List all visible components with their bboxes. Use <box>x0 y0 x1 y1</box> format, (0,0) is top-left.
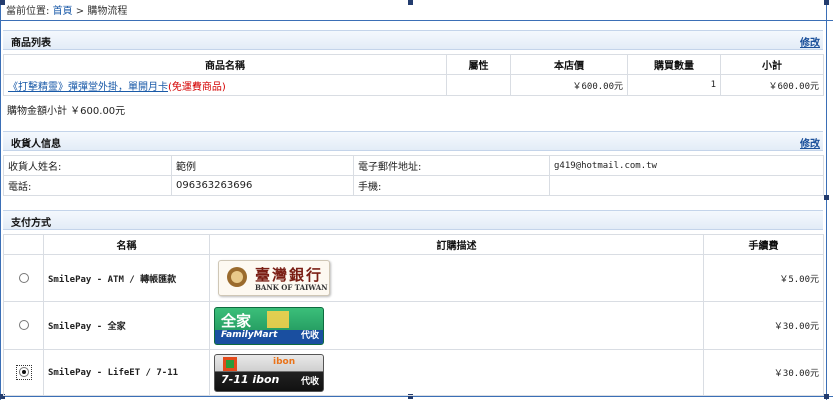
column-header-subtotal: 小計 <box>720 54 824 75</box>
familymart-logo-english-name: FamilyMart <box>221 329 278 340</box>
column-header-select <box>3 234 44 255</box>
receiver-table: 收貨人姓名: 範例 電子郵件地址: g419@hotmail.com.tw 電話… <box>3 155 824 196</box>
payment-radio-seven-eleven[interactable] <box>18 367 29 377</box>
breadcrumb-current: 購物流程 <box>87 6 128 17</box>
selection-frame-top <box>0 20 833 21</box>
payment-table: 名稱 訂購描述 手續費 SmilePay - ATM / 轉帳匯款 臺灣銀行 B… <box>3 234 824 396</box>
resize-handle-top-middle[interactable] <box>408 0 413 5</box>
product-price-cell: ￥600.00元 <box>510 74 628 96</box>
product-section-title: 商品列表 <box>11 38 51 49</box>
product-section-header: 商品列表 修改 <box>3 30 823 50</box>
seven-eleven-logo-text: 7-11 ibon <box>221 372 280 386</box>
product-edit-link[interactable]: 修改 <box>800 34 820 49</box>
resize-handle-bottom-right[interactable] <box>824 394 829 399</box>
payment-radio-cell <box>3 301 44 350</box>
payment-radio-familymart[interactable] <box>18 320 29 330</box>
table-row: SmilePay - LifeET / 7-11 ibon 7-11 ibon … <box>3 349 824 396</box>
payment-radio-atm[interactable] <box>18 272 29 283</box>
product-subtotal-cell: ￥600.00元 <box>720 74 824 96</box>
column-header-description: 訂購描述 <box>209 234 704 255</box>
payment-fee-familymart: ￥30.00元 <box>703 301 824 350</box>
selection-frame-right <box>826 0 827 400</box>
resize-handle-top-right[interactable] <box>824 0 829 5</box>
bank-of-taiwan-logo: 臺灣銀行 BANK OF TAIWAN <box>218 260 330 296</box>
receiver-phone-label: 電話: <box>3 175 172 196</box>
receiver-name-value: 範例 <box>171 155 354 176</box>
seven-eleven-logo-tag: 代收 <box>300 376 319 387</box>
column-header-product-name: 商品名稱 <box>3 54 447 75</box>
payment-name-familymart: SmilePay - 全家 <box>43 301 210 350</box>
selection-frame-left <box>0 0 1 400</box>
breadcrumb-separator: > <box>75 6 85 17</box>
payment-radio-cell <box>3 254 44 302</box>
column-header-attribute: 屬性 <box>446 54 511 75</box>
table-row: SmilePay - 全家 全家 FamilyMart 代收 ￥30.00元 <box>3 301 824 350</box>
payment-name-seven-eleven: SmilePay - LifeET / 7-11 <box>43 349 210 396</box>
table-row: SmilePay - ATM / 轉帳匯款 臺灣銀行 BANK OF TAIWA… <box>3 254 824 302</box>
receiver-section-header: 收貨人信息 修改 <box>3 131 823 151</box>
payment-radio-cell <box>3 349 44 396</box>
seven-eleven-ibon-logo: ibon 7-11 ibon 代收 <box>214 353 324 392</box>
column-header-quantity: 購買數量 <box>627 54 721 75</box>
payment-description-atm: 臺灣銀行 BANK OF TAIWAN <box>209 254 704 302</box>
receiver-phone-value: 096363263696 <box>171 175 354 196</box>
selection-frame-bottom <box>0 396 833 397</box>
receiver-email-label: 電子郵件地址: <box>353 155 550 176</box>
breadcrumb-home-link[interactable]: 首頁 <box>53 6 73 17</box>
payment-section-header: 支付方式 <box>3 210 823 230</box>
seven-eleven-icon <box>223 356 237 371</box>
familymart-store-icon <box>267 310 289 328</box>
bank-logo-chinese-name: 臺灣銀行 <box>255 266 324 284</box>
column-header-price: 本店價 <box>510 54 628 75</box>
bank-seal-icon <box>227 267 247 287</box>
receiver-mobile-value <box>549 175 824 196</box>
bank-logo-english-name: BANK OF TAIWAN <box>255 283 328 292</box>
payment-section-title: 支付方式 <box>11 218 51 229</box>
payment-name-atm: SmilePay - ATM / 轉帳匯款 <box>43 254 210 302</box>
product-attribute-cell <box>446 74 511 96</box>
payment-radio-focus <box>15 365 32 380</box>
breadcrumb: 當前位置: 首頁 > 購物流程 <box>6 2 127 17</box>
ibon-logo-text: ibon <box>273 356 296 367</box>
free-shipping-note: (免運費商品) <box>168 81 226 93</box>
familymart-logo-tag: 代收 <box>300 330 319 341</box>
receiver-section-title: 收貨人信息 <box>11 139 61 150</box>
payment-fee-atm: ￥5.00元 <box>703 254 824 302</box>
payment-fee-seven-eleven: ￥30.00元 <box>703 349 824 396</box>
familymart-logo: 全家 FamilyMart 代收 <box>214 306 324 345</box>
resize-handle-middle-right[interactable] <box>824 195 829 200</box>
receiver-edit-link[interactable]: 修改 <box>800 135 820 150</box>
resize-handle-top-left[interactable] <box>0 0 5 5</box>
receiver-name-label: 收貨人姓名: <box>3 155 172 176</box>
column-header-fee: 手續費 <box>703 234 824 255</box>
receiver-email-value: g419@hotmail.com.tw <box>549 155 824 176</box>
product-name-cell: 《打擊精靈》彈彈堂外掛，單開月卡(免運費商品) <box>3 74 447 96</box>
payment-description-familymart: 全家 FamilyMart 代收 <box>209 301 704 350</box>
breadcrumb-prefix: 當前位置: <box>6 6 50 17</box>
column-header-payment-name: 名稱 <box>43 234 210 255</box>
product-quantity-cell: 1 <box>627 74 721 96</box>
order-total: 購物金額小計 ￥600.00元 <box>7 106 126 117</box>
product-link[interactable]: 《打擊精靈》彈彈堂外掛，單開月卡 <box>8 82 168 93</box>
product-table: 商品名稱 屬性 本店價 購買數量 小計 《打擊精靈》彈彈堂外掛，單開月卡(免運費… <box>3 54 824 96</box>
familymart-logo-chinese-name: 全家 <box>221 311 252 330</box>
payment-description-seven-eleven: ibon 7-11 ibon 代收 <box>209 349 704 396</box>
receiver-mobile-label: 手機: <box>353 175 550 196</box>
table-row: 《打擊精靈》彈彈堂外掛，單開月卡(免運費商品) ￥600.00元 1 ￥600.… <box>3 74 824 96</box>
